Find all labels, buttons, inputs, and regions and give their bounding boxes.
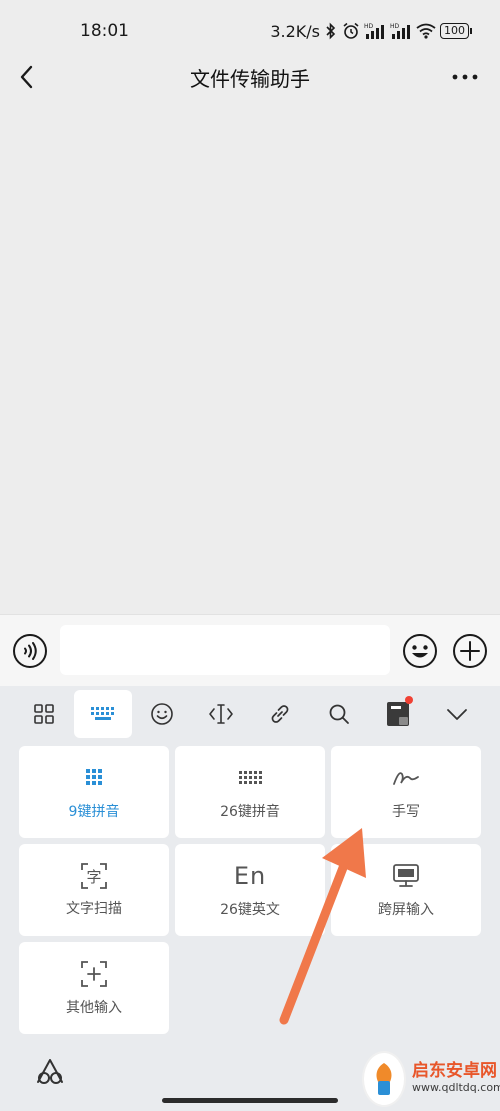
input-bar — [0, 614, 500, 686]
mode-cross-screen-input[interactable]: 跨屏输入 — [331, 844, 481, 936]
keyboard-icon — [91, 707, 114, 720]
watermark-logo: 启东安卓网 www.qdltdq.com — [362, 1046, 500, 1111]
mode-26-key-english[interactable]: En 26键英文 — [175, 844, 325, 936]
battery-icon: 100 — [440, 23, 472, 39]
more-dots-icon — [452, 74, 478, 80]
mode-other-input[interactable]: 其他输入 — [19, 942, 169, 1034]
brand-logo-icon — [37, 1059, 63, 1084]
mode-label: 手写 — [392, 804, 420, 820]
wifi-icon — [416, 23, 436, 39]
plus-circle-icon — [453, 634, 487, 668]
more-button[interactable] — [450, 62, 480, 92]
text-scan-icon: 字 — [80, 862, 108, 890]
signal-hd-icon: HD — [390, 23, 410, 39]
mode-label: 26键英文 — [220, 902, 280, 918]
toolbar-search-button[interactable] — [310, 690, 368, 738]
battery-level: 100 — [440, 23, 469, 39]
grid-icon — [34, 704, 54, 724]
watermark-icon — [362, 1050, 406, 1107]
watermark-title: 启东安卓网 — [412, 1061, 497, 1082]
toolbar-cursor-button[interactable] — [192, 690, 250, 738]
emoji-icon — [151, 703, 173, 725]
chat-message-area[interactable] — [0, 104, 500, 614]
watermark-text: 启东安卓网 www.qdltdq.com — [412, 1062, 500, 1094]
voice-button[interactable] — [12, 633, 48, 669]
mode-label: 跨屏输入 — [378, 902, 434, 918]
plus-button[interactable] — [452, 633, 488, 669]
cursor-icon — [209, 704, 233, 724]
toolbar-book-button[interactable] — [369, 690, 427, 738]
mode-label: 文字扫描 — [66, 901, 122, 917]
mode-text-scan[interactable]: 字 文字扫描 — [19, 844, 169, 936]
status-icons: 3.2K/s HD HD 100 — [270, 22, 472, 41]
notification-badge — [405, 696, 413, 704]
emoji-button[interactable] — [402, 633, 438, 669]
toolbar-keyboard-button[interactable] — [74, 690, 132, 738]
link-icon — [271, 705, 289, 723]
alarm-icon — [343, 22, 359, 39]
mode-label: 9键拼音 — [68, 804, 120, 820]
keyboard-toolbar — [0, 686, 500, 742]
signal-hd-icon: HD — [364, 23, 384, 39]
scan-glyph: 字 — [86, 867, 102, 886]
home-indicator[interactable] — [162, 1098, 338, 1103]
ime-brand-button[interactable] — [34, 1056, 66, 1088]
message-input[interactable] — [60, 625, 390, 675]
status-time: 18:01 — [80, 21, 129, 41]
watermark-url: www.qdltdq.com — [412, 1080, 500, 1094]
mode-label: 26键拼音 — [220, 804, 280, 820]
voice-icon — [13, 634, 47, 668]
english-glyph: En — [233, 862, 267, 890]
svg-text:HD: HD — [390, 23, 400, 30]
mode-9-key-pinyin[interactable]: 9键拼音 — [19, 746, 169, 838]
nine-key-icon — [85, 763, 103, 793]
mode-handwriting[interactable]: 手写 — [331, 746, 481, 838]
toolbar-grid-button[interactable] — [15, 690, 73, 738]
chevron-left-icon — [20, 65, 33, 89]
search-icon — [329, 704, 349, 724]
toolbar-emoji-button[interactable] — [133, 690, 191, 738]
book-icon — [387, 702, 409, 726]
add-box-icon — [80, 959, 108, 989]
chevron-down-icon — [447, 709, 467, 720]
net-speed: 3.2K/s — [270, 21, 320, 41]
title-bar: 文件传输助手 — [0, 50, 500, 104]
english-icon: En — [234, 861, 266, 891]
page-title: 文件传输助手 — [190, 66, 310, 91]
mode-label: 其他输入 — [66, 1000, 122, 1016]
svg-text:HD: HD — [364, 23, 374, 30]
back-button[interactable] — [14, 62, 44, 92]
monitor-icon — [393, 861, 419, 891]
twenty-six-key-icon — [238, 763, 262, 793]
emoji-icon — [403, 634, 437, 668]
bluetooth-icon — [326, 22, 336, 40]
toolbar-collapse-button[interactable] — [428, 690, 486, 738]
mode-26-key-pinyin[interactable]: 26键拼音 — [175, 746, 325, 838]
handwriting-icon — [392, 763, 420, 793]
toolbar-link-button[interactable] — [251, 690, 309, 738]
